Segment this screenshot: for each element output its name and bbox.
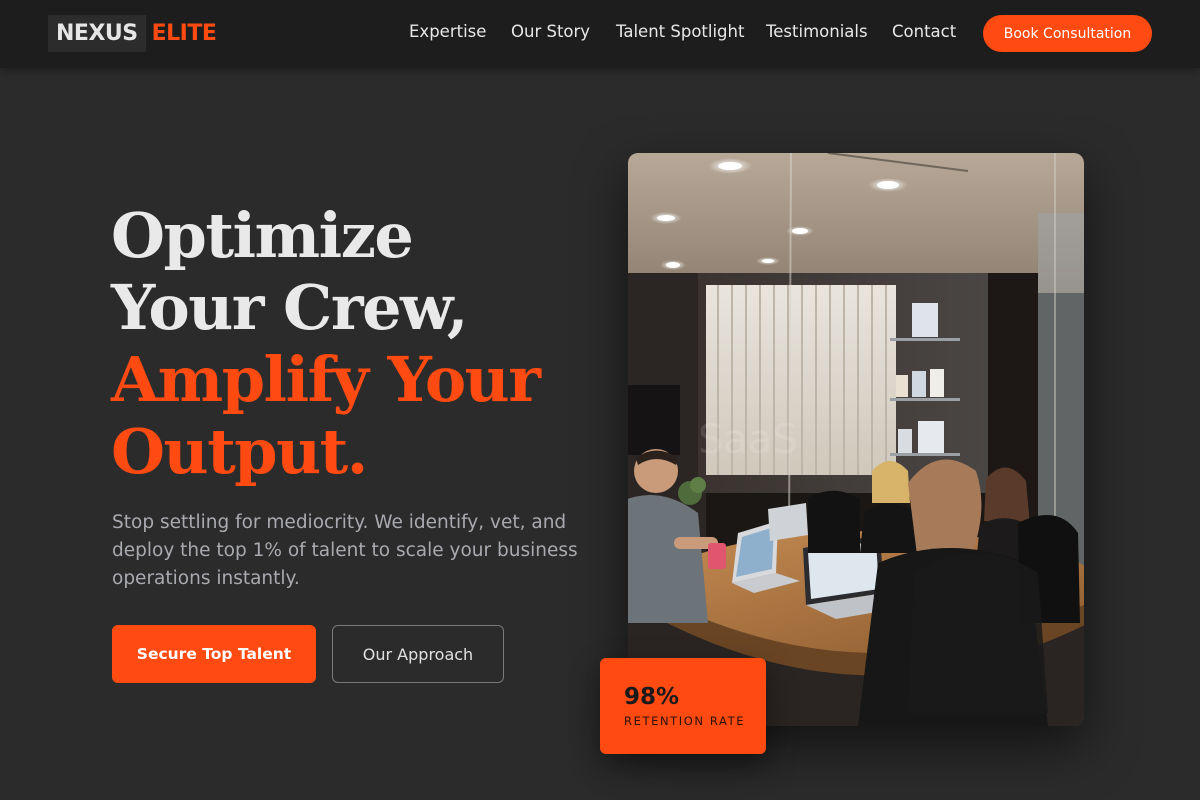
hero-title-line: Your Crew,	[111, 271, 468, 344]
brand-accent: ELITE	[151, 21, 217, 46]
hero-description: Stop settling for mediocrity. We identif…	[112, 512, 578, 589]
navbar: NEXUS ELITE Expertise Our Story Talent S…	[0, 0, 1200, 68]
brand-logo[interactable]: NEXUS ELITE	[48, 15, 217, 52]
hero-title: Optimize Your Crew, Amplify Your Output.	[111, 199, 541, 488]
hero-title-line: Optimize	[111, 199, 414, 272]
nav-link-contact[interactable]: Contact	[892, 22, 956, 41]
svg-text:SaaS: SaaS	[698, 417, 798, 463]
hero-title-accent-line: Output.	[111, 415, 368, 488]
nav-link-our-story[interactable]: Our Story	[511, 22, 590, 41]
nav-link-talent-spotlight[interactable]: Talent Spotlight	[616, 22, 744, 41]
hero-office-photo: SaaS	[628, 153, 1084, 726]
brand-name: NEXUS	[48, 15, 146, 52]
stat-value: 98%	[624, 684, 680, 710]
retention-stat-card: 98% RETENTION RATE	[600, 658, 766, 754]
secure-top-talent-button[interactable]: Secure Top Talent	[112, 625, 316, 683]
nav-link-expertise[interactable]: Expertise	[409, 22, 486, 41]
our-approach-button[interactable]: Our Approach	[332, 625, 504, 683]
nav-link-testimonials[interactable]: Testimonials	[766, 22, 868, 41]
book-consultation-button[interactable]: Book Consultation	[983, 15, 1152, 52]
hero-title-accent-line: Amplify Your	[111, 343, 541, 416]
stat-label: RETENTION RATE	[624, 714, 746, 728]
